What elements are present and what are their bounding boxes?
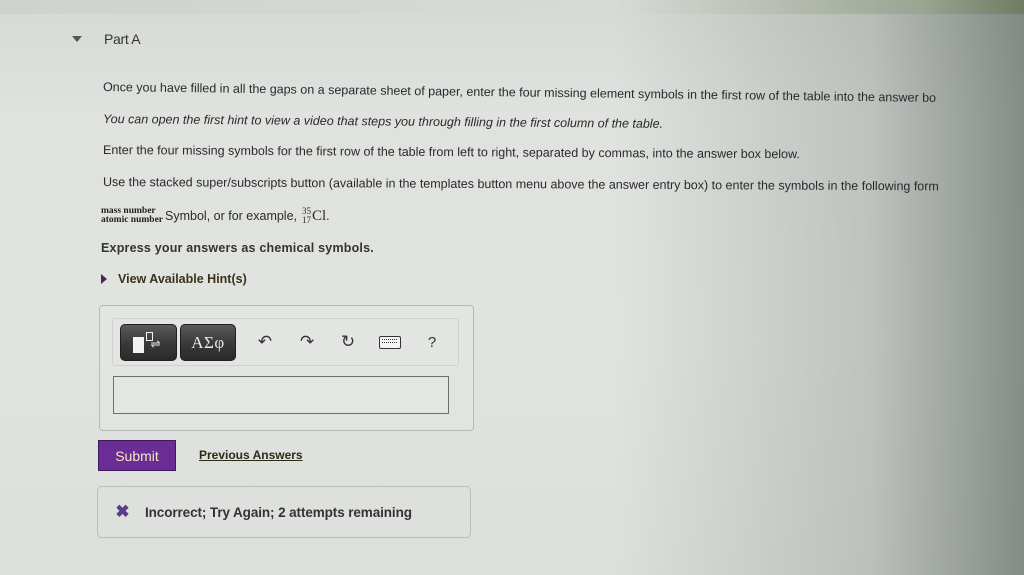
instruction-line-1: Once you have filled in all the gaps on … [102,80,937,105]
redo-icon[interactable]: ↷ [294,329,320,355]
help-button[interactable]: ? [419,329,445,355]
answer-input[interactable] [113,376,449,414]
feedback-text: Incorrect; Try Again; 2 attempts remaini… [145,504,412,520]
instruction-line-4: Use the stacked super/subscripts button … [102,175,939,194]
format-text: Symbol, or for example, [165,209,298,223]
submit-button[interactable]: Submit [98,440,176,471]
example-period: . [326,208,330,223]
feedback-box: ✖ Incorrect; Try Again; 2 attempts remai… [97,486,471,538]
screen-top-band [0,0,1024,14]
example-symbol: Cl [312,207,327,224]
view-hints-toggle[interactable]: View Available Hint(s) [101,272,247,286]
reset-icon[interactable]: ↻ [335,329,361,355]
atomic-number-label: atomic number [101,215,164,225]
greek-symbols-button[interactable]: ΑΣφ [180,324,236,361]
express-instruction: Express your answers as chemical symbols… [101,241,374,255]
caret-down-icon[interactable] [72,36,82,42]
templates-icon: ⇌ [130,331,168,355]
stacked-labels: mass number atomic number [101,206,164,225]
x-icon: ✖ [115,502,130,521]
templates-button[interactable]: ⇌ [120,324,177,361]
answer-panel: ⇌ ΑΣφ ↶ ↷ ↻ ? [99,305,474,431]
part-header[interactable]: Part A [72,31,141,47]
instruction-line-3: Enter the four missing symbols for the f… [102,143,800,162]
equation-toolbar: ⇌ ΑΣφ ↶ ↷ ↻ ? [112,318,459,366]
instruction-line-2: You can open the first hint to view a vi… [102,112,664,131]
previous-answers-link[interactable]: Previous Answers [199,448,303,462]
example-atomic-number: 17 [302,215,312,225]
view-hints-label[interactable]: View Available Hint(s) [118,272,247,286]
example-isotope: 35 17 Cl . [302,207,329,225]
part-title: Part A [104,31,141,47]
keyboard-icon[interactable] [377,329,403,355]
undo-icon[interactable]: ↶ [252,329,278,355]
caret-right-icon [101,274,107,284]
format-example: mass number atomic number Symbol, or for… [101,206,329,225]
